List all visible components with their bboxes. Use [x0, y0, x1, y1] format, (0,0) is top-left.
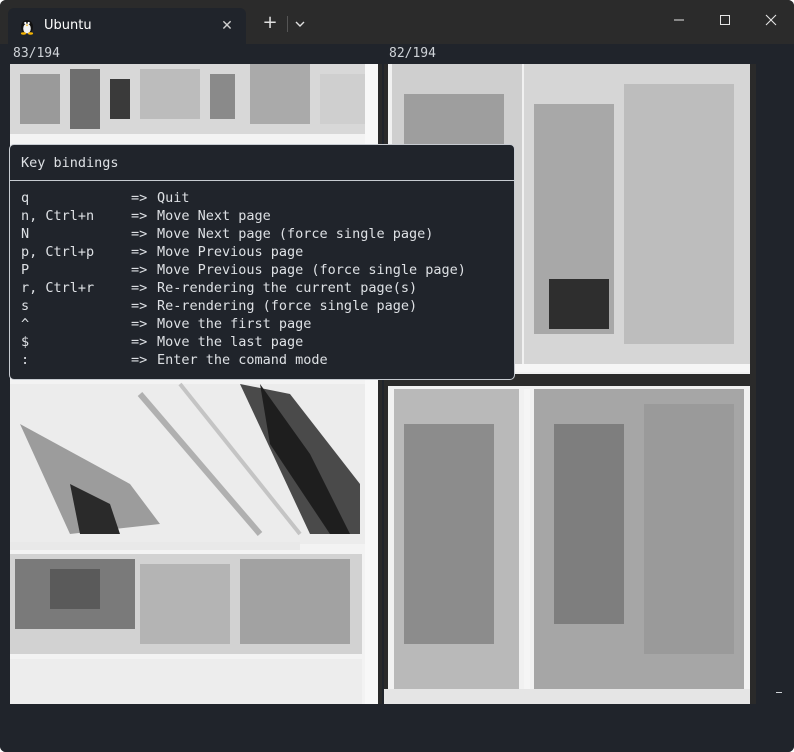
binding-action: Move the first page — [157, 316, 312, 332]
binding-key: p, Ctrl+p — [21, 244, 95, 260]
binding-row: p, Ctrl+p => Move Previous page — [21, 243, 466, 261]
binding-key: N — [21, 226, 30, 242]
binding-action: Move Next page (force single page) — [157, 226, 434, 242]
title-bar: Ubuntu ✕ + — [0, 0, 794, 44]
popup-title: Key bindings — [21, 155, 119, 171]
new-tab-button[interactable]: + — [258, 12, 282, 36]
binding-key: : — [21, 352, 30, 368]
tab-title: Ubuntu — [44, 18, 92, 33]
binding-key: P — [21, 262, 30, 278]
binding-key: n, Ctrl+n — [21, 208, 95, 224]
binding-action: Re-rendering (force single page) — [157, 298, 418, 314]
binding-arrow: => — [131, 244, 148, 260]
maximize-button[interactable] — [702, 0, 748, 40]
left-page-counter: 83/194 — [13, 46, 60, 61]
binding-arrow: => — [131, 262, 148, 278]
binding-action: Move the last page — [157, 334, 304, 350]
binding-row: n, Ctrl+n => Move Next page — [21, 207, 466, 225]
right-page-counter: 82/194 — [389, 46, 436, 61]
binding-key: r, Ctrl+r — [21, 280, 95, 296]
binding-arrow: => — [131, 334, 148, 350]
binding-row: q => Quit — [21, 189, 466, 207]
chevron-down-icon — [295, 21, 305, 27]
minimize-button[interactable] — [656, 0, 702, 40]
minimize-icon — [674, 19, 684, 21]
binding-arrow: => — [131, 208, 148, 224]
linux-penguin-icon — [18, 17, 36, 35]
binding-arrow: => — [131, 190, 148, 206]
binding-row: $ => Move the last page — [21, 333, 466, 351]
tab-dropdown-button[interactable] — [290, 12, 310, 36]
binding-arrow: => — [131, 298, 148, 314]
binding-arrow: => — [131, 226, 148, 242]
binding-action: Quit — [157, 190, 190, 206]
keybindings-popup: Key bindings q => Quit n, Ctrl+n => Move Nex… — [9, 144, 515, 380]
binding-row: r, Ctrl+r => Re-rendering the current page… — [21, 279, 466, 297]
binding-key: ^ — [21, 316, 30, 332]
close-tab-icon[interactable]: ✕ — [218, 17, 236, 35]
binding-arrow: => — [131, 352, 148, 368]
tab-ubuntu[interactable]: Ubuntu ✕ — [8, 8, 246, 44]
terminal-window: Ubuntu ✕ + 83/194 82/194 Key bindings q … — [0, 0, 794, 752]
scroll-indicator — [776, 692, 782, 693]
binding-row: ^ => Move the first page — [21, 315, 466, 333]
binding-action: Move Previous page — [157, 244, 304, 260]
tab-separator — [287, 16, 288, 32]
close-icon — [765, 14, 777, 26]
binding-key: $ — [21, 334, 30, 350]
binding-arrow: => — [131, 316, 148, 332]
popup-divider — [10, 180, 514, 181]
binding-row: N => Move Next page (force single page) — [21, 225, 466, 243]
binding-key: s — [21, 298, 30, 314]
binding-action: Re-rendering the current page(s) — [157, 280, 418, 296]
binding-action: Enter the comand mode — [157, 352, 328, 368]
binding-key: q — [21, 190, 30, 206]
binding-list: q => Quit n, Ctrl+n => Move Next page N => Mov… — [21, 189, 466, 369]
binding-row: s => Re-rendering (force single page) — [21, 297, 466, 315]
maximize-icon — [720, 15, 730, 25]
binding-row: : => Enter the comand mode — [21, 351, 466, 369]
binding-row: P => Move Previous page (force single page… — [21, 261, 466, 279]
binding-arrow: => — [131, 280, 148, 296]
binding-action: Move Previous page (force single page) — [157, 262, 466, 278]
close-window-button[interactable] — [748, 0, 794, 40]
binding-action: Move Next page — [157, 208, 271, 224]
